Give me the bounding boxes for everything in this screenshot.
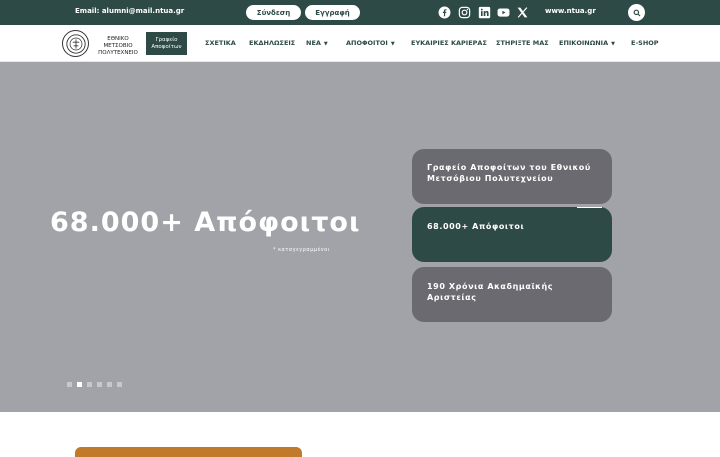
slider-dot[interactable] bbox=[87, 382, 92, 387]
search-button[interactable] bbox=[628, 4, 645, 21]
alumni-office-badge[interactable]: Γραφείο Αποφοίτων bbox=[146, 32, 187, 55]
login-button[interactable]: Σύνδεση bbox=[246, 5, 301, 20]
active-card-indicator bbox=[577, 207, 602, 208]
slide-card-alumni-office[interactable]: Γραφείο Αποφοίτων του Εθνικού Μετσόβιου … bbox=[412, 149, 612, 204]
search-icon bbox=[633, 9, 640, 16]
slide-card-text: 190 Χρόνια Ακαδημαϊκής Αριστείας bbox=[427, 282, 554, 302]
facebook-icon[interactable] bbox=[438, 6, 451, 19]
nav-item-label: ΣΧΕΤΙΚΑ bbox=[205, 39, 236, 47]
nav-item-label: E-SHOP bbox=[631, 39, 659, 47]
website-link[interactable]: www.ntua.gr bbox=[545, 7, 596, 15]
alumni-badge-line2: Αποφοίτων bbox=[151, 43, 182, 50]
chevron-down-icon: ▼ bbox=[390, 41, 395, 47]
content-section bbox=[0, 412, 720, 457]
university-name-line1: ΕΘΝΙΚΟ ΜΕΤΣΟΒΙΟ bbox=[103, 36, 133, 49]
slide-card-text: Γραφείο Αποφοίτων του Εθνικού Μετσόβιου … bbox=[427, 163, 591, 183]
top-bar: Email: alumni@mail.ntua.gr Σύνδεση Εγγρα… bbox=[0, 0, 720, 25]
slide-card-text: 68.000+ Απόφοιτοι bbox=[427, 222, 525, 231]
university-name-line2: ΠΟΛΥΤΕΧΝΕΙΟ bbox=[98, 50, 138, 56]
chevron-down-icon: ▼ bbox=[323, 41, 328, 47]
slide-card-academic-excellence[interactable]: 190 Χρόνια Ακαδημαϊκής Αριστείας bbox=[412, 267, 612, 322]
university-name[interactable]: ΕΘΝΙΚΟ ΜΕΤΣΟΒΙΟ ΠΟΛΥΤΕΧΝΕΙΟ bbox=[92, 36, 144, 57]
nav-item-label: ΕΚΔΗΛΩΣΕΙΣ bbox=[249, 39, 296, 47]
nav-item-events[interactable]: ΕΚΔΗΛΩΣΕΙΣ bbox=[249, 39, 295, 47]
hero-footnote: * καταγεγραμμένοι bbox=[273, 247, 330, 253]
youtube-icon[interactable] bbox=[497, 6, 510, 19]
nav-item-about[interactable]: ΣΧΕΤΙΚΑ bbox=[205, 39, 236, 47]
nav-item-label: ΕΥΚΑΙΡΙΕΣ ΚΑΡΙΕΡΑΣ bbox=[411, 39, 487, 47]
nav-item-eshop[interactable]: E-SHOP bbox=[631, 39, 659, 47]
nav-item-contact[interactable]: ΕΠΙΚΟΙΝΩΝΙΑ ▼ bbox=[559, 39, 615, 47]
university-seal-icon[interactable] bbox=[62, 30, 89, 57]
slider-dot[interactable] bbox=[67, 382, 72, 387]
contact-email[interactable]: Email: alumni@mail.ntua.gr bbox=[75, 7, 184, 15]
nav-item-label: ΑΠΟΦΟΙΤΟΙ bbox=[346, 39, 388, 47]
slider-dot[interactable] bbox=[97, 382, 102, 387]
nav-item-news[interactable]: ΝΕΑ ▼ bbox=[306, 39, 328, 47]
instagram-icon[interactable] bbox=[458, 6, 471, 19]
hero-slider: 68.000+ Απόφοιτοι * καταγεγραμμένοι Γραφ… bbox=[0, 62, 720, 412]
nav-item-careers[interactable]: ΕΥΚΑΙΡΙΕΣ ΚΑΡΙΕΡΑΣ bbox=[411, 39, 487, 47]
nav-item-label: ΣΤΗΡΙΞΤΕ ΜΑΣ bbox=[496, 39, 549, 47]
nav-item-label: ΕΠΙΚΟΙΝΩΝΙΑ bbox=[559, 39, 609, 47]
nav-item-alumni[interactable]: ΑΠΟΦΟΙΤΟΙ ▼ bbox=[346, 39, 395, 47]
main-navbar: ΕΘΝΙΚΟ ΜΕΤΣΟΒΙΟ ΠΟΛΥΤΕΧΝΕΙΟ Γραφείο Αποφ… bbox=[0, 25, 720, 62]
slider-dot[interactable] bbox=[117, 382, 122, 387]
featured-image bbox=[75, 447, 302, 457]
chevron-down-icon: ▼ bbox=[611, 41, 615, 47]
alumni-badge-line1: Γραφείο bbox=[155, 36, 178, 43]
register-button[interactable]: Εγγραφή bbox=[305, 5, 360, 20]
slider-dot[interactable] bbox=[77, 382, 82, 387]
nav-item-support[interactable]: ΣΤΗΡΙΞΤΕ ΜΑΣ bbox=[496, 39, 549, 47]
slide-card-alumni-count[interactable]: 68.000+ Απόφοιτοι bbox=[412, 207, 612, 262]
nav-item-label: ΝΕΑ bbox=[306, 39, 321, 47]
slider-dot[interactable] bbox=[107, 382, 112, 387]
x-icon[interactable] bbox=[516, 6, 529, 19]
slider-pagination bbox=[67, 382, 122, 387]
linkedin-icon[interactable] bbox=[478, 6, 491, 19]
hero-title: 68.000+ Απόφοιτοι bbox=[50, 207, 361, 238]
